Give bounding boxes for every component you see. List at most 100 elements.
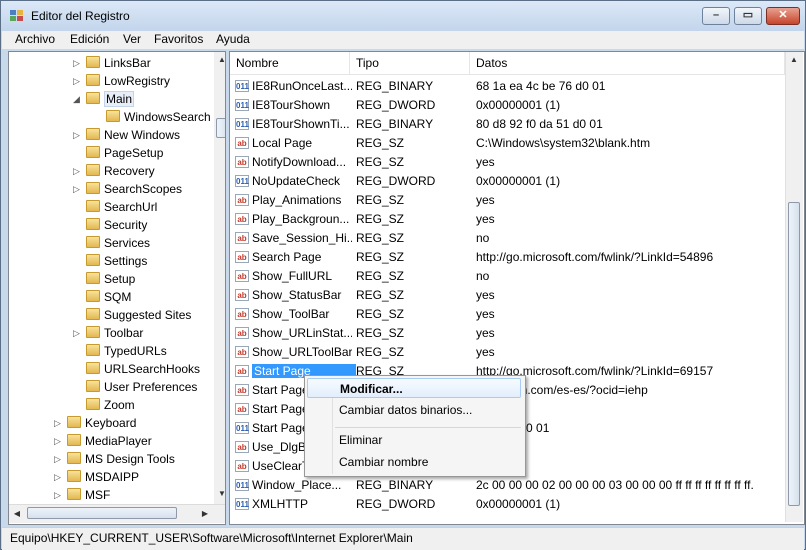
value-row[interactable]: ab Show_URLToolBar REG_SZ yes: [230, 343, 785, 362]
tree-item-label: MediaPlayer: [85, 434, 152, 448]
expand-arrow-icon[interactable]: ▷: [54, 454, 64, 465]
binary-value-icon: 011: [235, 175, 249, 187]
value-data: 0x00000001 (1): [476, 497, 561, 511]
folder-icon: [86, 236, 100, 248]
value-data: no: [476, 231, 490, 245]
menu-ver[interactable]: Ver: [123, 32, 141, 46]
list-vertical-scrollbar[interactable]: ▲: [785, 52, 803, 522]
expand-arrow-icon[interactable]: ▷: [73, 130, 83, 141]
value-row[interactable]: ab Play_Animations REG_SZ yes: [230, 191, 785, 210]
string-value-icon: ab: [235, 365, 249, 377]
expand-arrow-icon[interactable]: ▷: [73, 184, 83, 195]
tree-item-label: MSF: [85, 488, 111, 502]
close-button[interactable]: ✕: [766, 7, 800, 25]
value-name: Local Page: [252, 136, 313, 150]
value-row[interactable]: 011 NoUpdateCheck REG_DWORD 0x00000001 (1): [230, 172, 785, 191]
expand-arrow-icon[interactable]: ▷: [73, 58, 83, 69]
value-type: REG_BINARY: [356, 79, 434, 93]
string-value-icon: ab: [235, 194, 249, 206]
menu-bar: Archivo Edición Ver Favoritos Ayuda: [2, 31, 804, 49]
binary-value-icon: 011: [235, 422, 249, 434]
value-row[interactable]: ab Search Page REG_SZ http://go.microsoft.c…: [230, 248, 785, 267]
scroll-up-arrow-icon[interactable]: ▲: [214, 52, 225, 68]
string-value-icon: ab: [235, 460, 249, 472]
value-row[interactable]: ab Show_StatusBar REG_SZ yes: [230, 286, 785, 305]
folder-icon: [106, 110, 120, 122]
menu-ayuda[interactable]: Ayuda: [216, 32, 250, 46]
tree-item-label: URLSearchHooks: [104, 362, 201, 376]
tree-item-label: Main: [104, 91, 135, 107]
menu-item-cambiar-datos-binarios[interactable]: Cambiar datos binarios...: [307, 400, 521, 420]
menu-item-modificar[interactable]: Modificar...: [307, 378, 521, 398]
tree-item-label: Keyboard: [85, 416, 137, 430]
menu-item-cambiar-nombre[interactable]: Cambiar nombre: [307, 452, 521, 472]
value-data: 0x00000001 (1): [476, 98, 561, 112]
folder-icon: [86, 380, 100, 392]
scroll-left-arrow-icon[interactable]: ◀: [9, 506, 25, 522]
menu-edicion[interactable]: Edición: [70, 32, 109, 46]
column-header-nombre[interactable]: Nombre: [230, 52, 350, 75]
tree-item-label: TypedURLs: [104, 344, 167, 358]
folder-icon: [86, 92, 100, 104]
value-row[interactable]: 011 Window_Place... REG_BINARY 2c 00 00 00 …: [230, 476, 785, 495]
value-row[interactable]: ab Play_Backgroun... REG_SZ yes: [230, 210, 785, 229]
expand-arrow-icon[interactable]: ▷: [54, 490, 64, 501]
scroll-down-arrow-icon[interactable]: ▼: [214, 486, 225, 502]
scroll-up-arrow-icon[interactable]: ▲: [786, 52, 802, 68]
value-data: yes: [476, 345, 495, 359]
value-row[interactable]: ab Show_URLinStat... REG_SZ yes: [230, 324, 785, 343]
column-header-tipo[interactable]: Tipo: [350, 52, 470, 75]
key-tree[interactable]: ▷ LinksBar ▷ LowRegistry ◢ Main WindowsSearch ▷…: [8, 51, 226, 525]
tree-horizontal-scrollbar[interactable]: ◀ ▶: [9, 504, 225, 523]
value-row[interactable]: 011 XMLHTTP REG_DWORD 0x00000001 (1): [230, 495, 785, 514]
expand-arrow-icon[interactable]: ◢: [73, 94, 83, 105]
value-row[interactable]: ab Save_Session_Hi... REG_SZ no: [230, 229, 785, 248]
value-type: REG_SZ: [356, 136, 405, 150]
value-name: NoUpdateCheck: [252, 174, 341, 188]
value-name: Save_Session_Hi...: [252, 231, 352, 245]
column-header-datos[interactable]: Datos: [470, 52, 785, 75]
value-type: REG_SZ: [356, 307, 405, 321]
value-row[interactable]: 011 IE8TourShown REG_DWORD 0x00000001 (1): [230, 96, 785, 115]
folder-icon: [86, 326, 100, 338]
menu-favoritos[interactable]: Favoritos: [154, 32, 203, 46]
tree-hscroll-thumb[interactable]: [27, 507, 177, 519]
title-bar[interactable]: Editor del Registro – ▭ ✕: [1, 1, 805, 31]
expand-arrow-icon[interactable]: ▷: [73, 166, 83, 177]
value-row[interactable]: ab Show_ToolBar REG_SZ yes: [230, 305, 785, 324]
registry-editor-icon: [10, 10, 23, 21]
value-row[interactable]: 011 IE8TourShownTi... REG_BINARY 80 d8 92 f…: [230, 115, 785, 134]
folder-icon: [86, 344, 100, 356]
value-row[interactable]: 011 IE8RunOnceLast... REG_BINARY 68 1a ea 4…: [230, 77, 785, 96]
maximize-button[interactable]: ▭: [734, 7, 762, 25]
string-value-icon: ab: [235, 251, 249, 263]
string-value-icon: ab: [235, 403, 249, 415]
expand-arrow-icon[interactable]: ▷: [54, 436, 64, 447]
tree-item-label: Setup: [104, 272, 136, 286]
menu-archivo[interactable]: Archivo: [15, 32, 55, 46]
value-row[interactable]: ab Show_FullURL REG_SZ no: [230, 267, 785, 286]
value-name: Show_URLToolBar: [252, 345, 352, 359]
value-row[interactable]: ab NotifyDownload... REG_SZ yes: [230, 153, 785, 172]
scroll-right-arrow-icon[interactable]: ▶: [197, 506, 213, 522]
expand-arrow-icon[interactable]: ▷: [73, 76, 83, 87]
value-row[interactable]: ab Local Page REG_SZ C:\Windows\system32\bl…: [230, 134, 785, 153]
value-data: yes: [476, 288, 495, 302]
expand-arrow-icon[interactable]: ▷: [54, 472, 64, 483]
value-data: 2c 00 00 00 02 00 00 00 03 00 00 00 ff f…: [476, 478, 754, 492]
value-data: 68 1a ea 4c be 76 d0 01: [476, 79, 606, 93]
value-name: IE8TourShownTi...: [252, 117, 350, 131]
list-scroll-thumb[interactable]: [788, 202, 800, 506]
expand-arrow-icon[interactable]: ▷: [54, 418, 64, 429]
tree-item-label: SearchUrl: [104, 200, 158, 214]
binary-value-icon: 011: [235, 118, 249, 130]
tree-item-label: Toolbar: [104, 326, 144, 340]
binary-value-icon: 011: [235, 80, 249, 92]
folder-icon: [67, 434, 81, 446]
value-data: 80 d8 92 f0 da 51 d0 01: [476, 117, 603, 131]
minimize-button[interactable]: –: [702, 7, 730, 25]
menu-item-eliminar[interactable]: Eliminar: [307, 430, 521, 450]
tree-vertical-scrollbar[interactable]: ▲ ▼: [214, 52, 225, 504]
expand-arrow-icon[interactable]: ▷: [73, 328, 83, 339]
tree-scroll-thumb[interactable]: [216, 118, 225, 138]
